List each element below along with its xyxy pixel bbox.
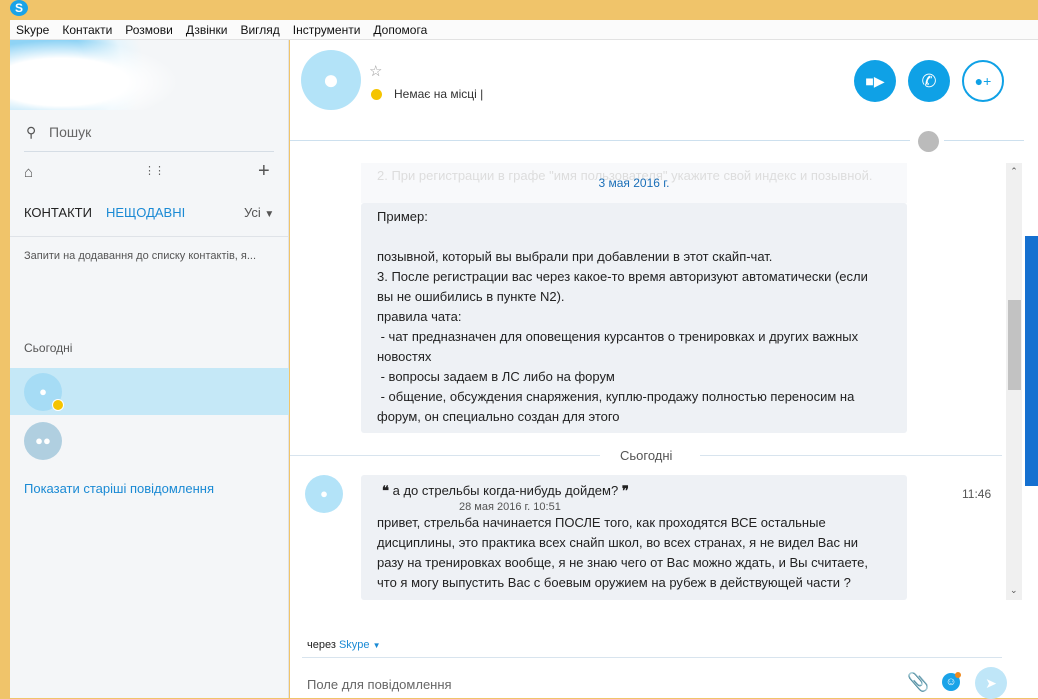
via-label: через: [307, 639, 336, 651]
message-line: форум, он специально создан для этого: [377, 409, 620, 424]
filter-dropdown[interactable]: Усі ▼: [244, 205, 274, 220]
send-button[interactable]: ➤: [975, 667, 1007, 699]
message-bubble[interactable]: Пример: позывной, который вы выбрали при…: [361, 203, 907, 433]
message-time: 11:46: [962, 487, 992, 501]
message-line: позывной, который вы выбрали при добавле…: [377, 249, 773, 264]
message-line: дисциплины, это практика всех снайп школ…: [377, 535, 859, 550]
add-participant-button[interactable]: ●+: [962, 60, 1004, 102]
filter-label: Усі: [244, 205, 261, 220]
message-line: 3. После регистрации вас через какое-то …: [377, 269, 868, 284]
globe-icon[interactable]: [918, 131, 939, 152]
message-line: что я могу выпустить Вас с боевым оружие…: [377, 575, 851, 590]
away-status-icon: [52, 399, 64, 411]
message-faded: 2. При регистрации в графе "имя пользова…: [361, 163, 907, 203]
away-status-icon: [371, 89, 382, 100]
message-line: - вопросы задаем в ЛС либо на форум: [377, 369, 615, 384]
favorite-star-icon[interactable]: ☆: [369, 62, 382, 80]
divider: [24, 151, 274, 152]
profile-banner[interactable]: [10, 40, 180, 110]
message-line: правила чата:: [377, 309, 462, 324]
home-icon[interactable]: ⌂: [24, 164, 33, 181]
menu-calls[interactable]: Дзвінки: [186, 23, 228, 37]
divider: [700, 455, 1002, 456]
notification-dot: [955, 672, 961, 678]
menu-help[interactable]: Допомога: [373, 23, 427, 37]
message-line: разу на тренировках вообще, я не знаю че…: [377, 555, 868, 570]
tab-contacts[interactable]: КОНТАКТИ: [24, 205, 92, 220]
message-input[interactable]: Поле для повідомлення: [307, 677, 452, 692]
scroll-up-icon[interactable]: ⌃: [1006, 166, 1022, 177]
add-icon[interactable]: +: [258, 160, 270, 183]
divider: [10, 236, 289, 237]
via-service: Skype: [338, 639, 370, 651]
video-call-button[interactable]: ■▶: [854, 60, 896, 102]
background-window: [1025, 236, 1038, 486]
quote-open-icon: ❝: [382, 483, 389, 498]
quoted-message: ❝ а до стрельбы когда-нибудь дойдем? ❞: [377, 483, 891, 499]
message-bubble[interactable]: ❝ а до стрельбы когда-нибудь дойдем? ❞ 2…: [361, 475, 907, 600]
sender-avatar[interactable]: ●: [305, 475, 343, 513]
video-camera-icon: ■▶: [865, 72, 885, 89]
date-separator-today: Сьогодні: [620, 448, 673, 463]
divider: [290, 455, 600, 456]
status-text: Немає на місці: [394, 87, 477, 101]
menu-conversations[interactable]: Розмови: [125, 23, 173, 37]
search-icon: ⚲: [26, 124, 37, 140]
recent-item-selected[interactable]: ●: [10, 368, 289, 415]
menu-view[interactable]: Вигляд: [240, 23, 279, 37]
message-line: Пример:: [377, 209, 428, 224]
message-line: вы не ошибились в пункте N2).: [377, 289, 565, 304]
contact-avatar[interactable]: ●: [301, 50, 361, 110]
search-input[interactable]: Пошук: [49, 124, 91, 140]
scroll-down-icon[interactable]: ⌄: [1010, 585, 1018, 596]
dialpad-icon[interactable]: ⋮⋮: [144, 164, 165, 177]
menu-skype[interactable]: Skype: [16, 23, 49, 37]
contact-requests[interactable]: Запити на додавання до списку контактів,…: [24, 250, 256, 262]
divider: [302, 657, 1002, 658]
chevron-down-icon: ▼: [264, 209, 275, 220]
separator: |: [480, 87, 484, 101]
header-divider: [944, 140, 1024, 141]
attach-icon[interactable]: 📎: [907, 672, 929, 693]
message-line: [377, 227, 891, 247]
group-avatar[interactable]: ●●: [24, 422, 62, 460]
menu-tools[interactable]: Інструменти: [293, 23, 361, 37]
header-divider: [290, 140, 910, 141]
section-today: Сьогодні: [24, 341, 73, 355]
via-selector[interactable]: через Skype ▼: [307, 639, 381, 651]
menu-contacts[interactable]: Контакти: [62, 23, 112, 37]
quote-close-icon: ❞: [621, 483, 629, 498]
phone-icon: ✆: [921, 70, 937, 91]
send-icon: ➤: [985, 675, 997, 691]
quote-meta: 28 мая 2016 г. 10:51: [459, 501, 561, 513]
date-separator: 3 мая 2016 г.: [598, 176, 670, 190]
tab-recent[interactable]: НЕЩОДАВНІ: [106, 205, 185, 220]
contact-status: Немає на місці |: [394, 87, 483, 101]
skype-logo-icon: S: [10, 0, 28, 16]
title-bar: [0, 0, 1038, 20]
add-person-icon: ●+: [974, 73, 992, 89]
message-line: привет, стрельба начинается ПОСЛЕ того, …: [377, 515, 826, 530]
show-older-link[interactable]: Показати старіші повідомлення: [24, 481, 214, 496]
quote-text: а до стрельбы когда-нибудь дойдем?: [392, 483, 619, 498]
message-line: новостях: [377, 349, 432, 364]
message-line: - чат предназначен для оповещения курсан…: [377, 329, 859, 344]
scrollbar-thumb[interactable]: [1008, 300, 1021, 390]
message-line: - общение, обсуждения снаряжения, куплю-…: [377, 389, 855, 404]
chevron-down-icon: ▼: [372, 641, 381, 650]
menu-bar: Skype Контакти Розмови Дзвінки Вигляд Ін…: [10, 20, 1038, 40]
call-button[interactable]: ✆: [908, 60, 950, 102]
